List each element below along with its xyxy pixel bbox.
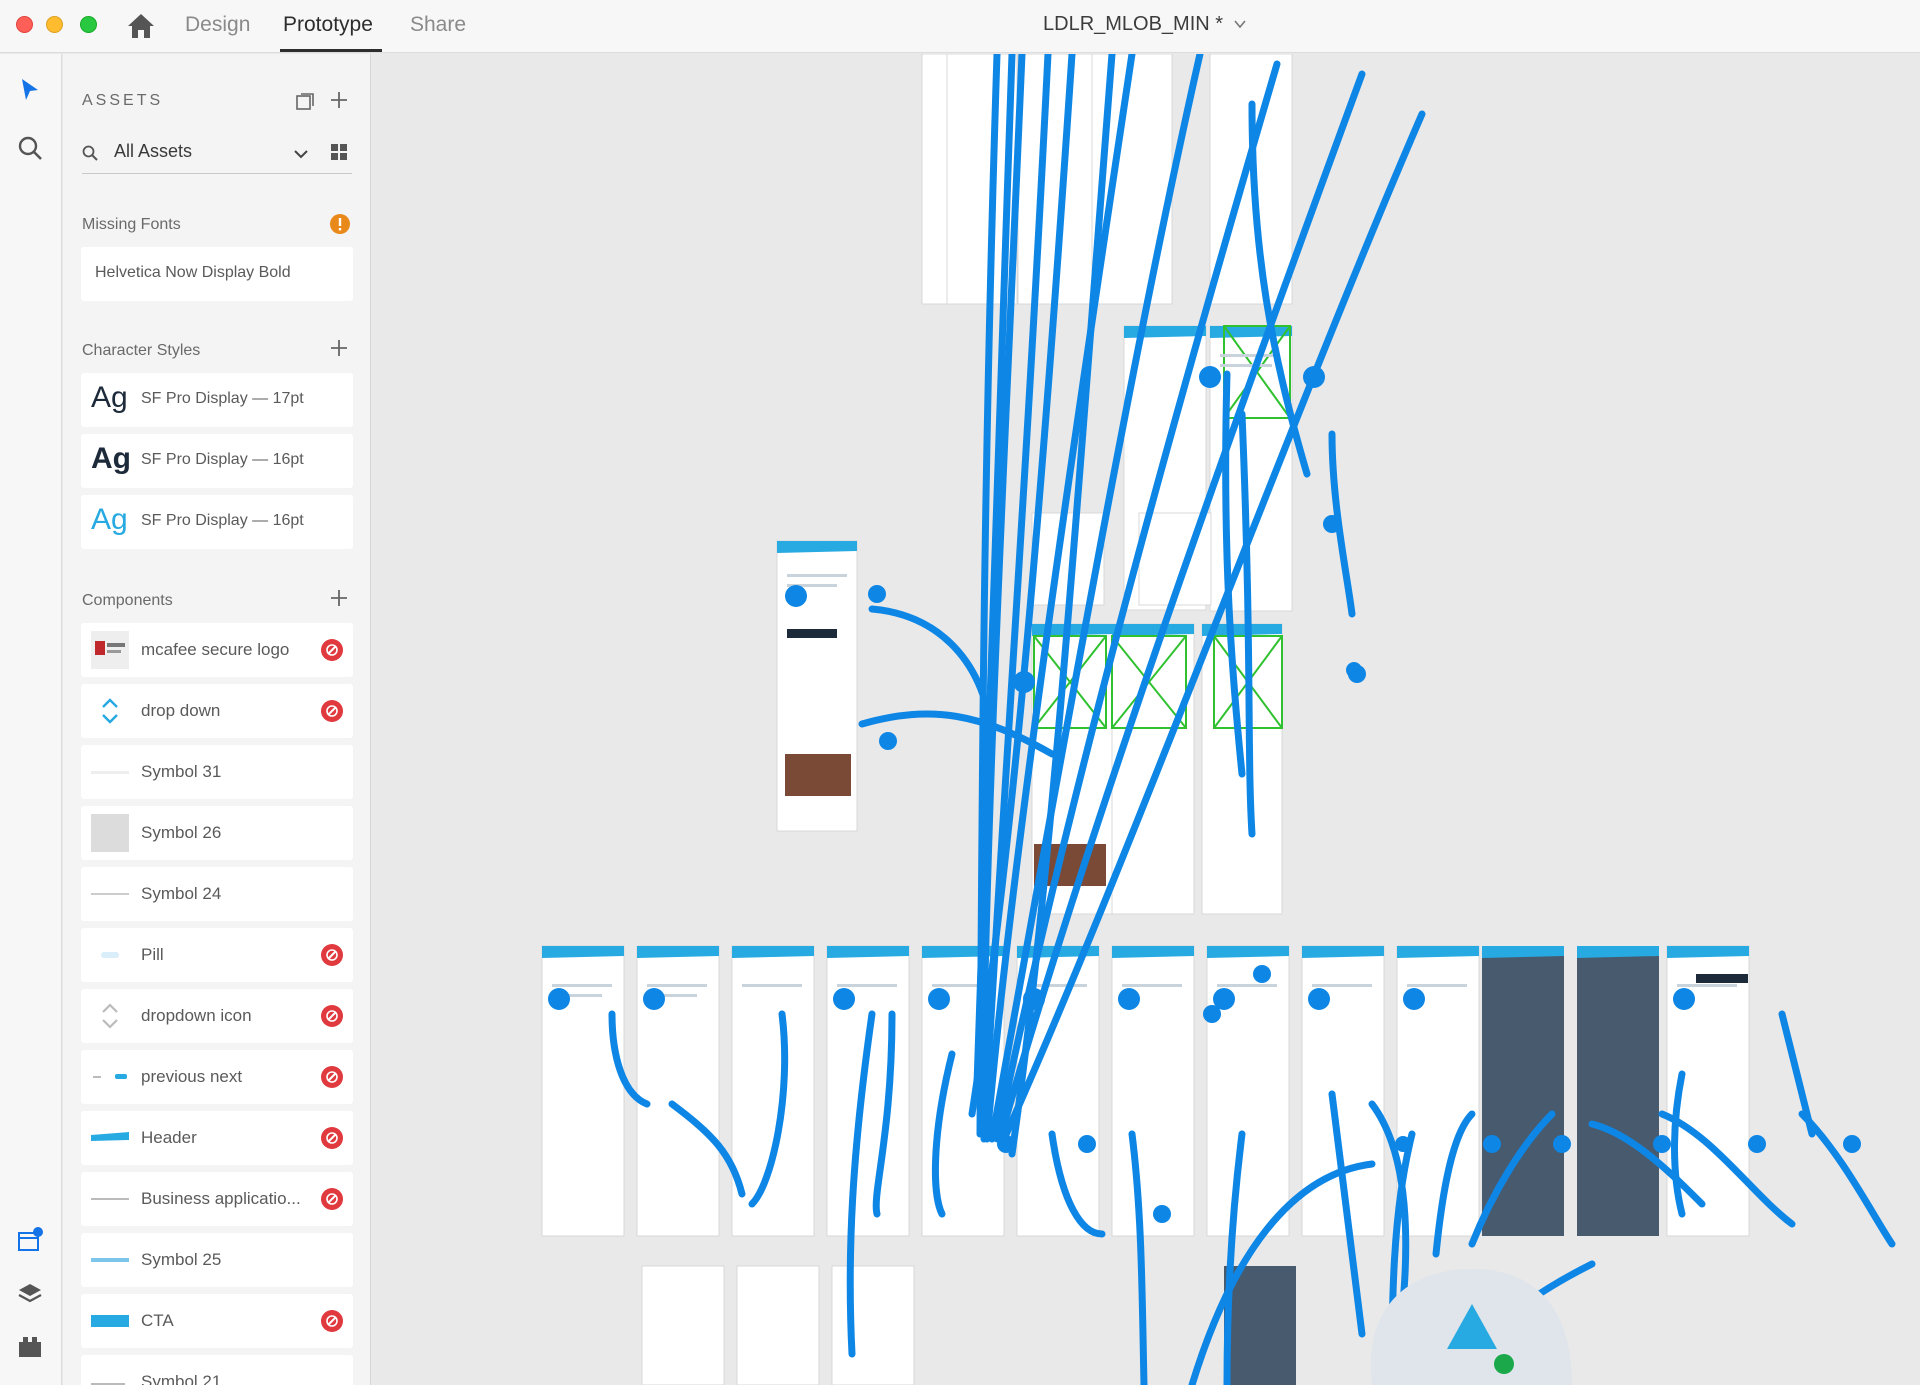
component-label: previous next <box>141 1067 243 1086</box>
canvas-artwork <box>541 54 1896 1385</box>
artboard-headers-bottom <box>542 946 1749 958</box>
missing-font-item[interactable]: Helvetica Now Display Bold <box>81 247 353 301</box>
title-bar: Design Prototype Share LDLR_MLOB_MIN * <box>0 0 1920 53</box>
search-icon <box>82 145 98 161</box>
zoom-tool-icon[interactable] <box>16 134 44 162</box>
cta-button-thumbnail <box>91 1315 129 1327</box>
character-styles-heading: Character Styles <box>82 342 201 359</box>
xd-window: Design Prototype Share LDLR_MLOB_MIN * A… <box>0 0 1920 1385</box>
chevron-down-icon[interactable] <box>293 146 309 162</box>
warning-icon <box>330 214 350 234</box>
grid-view-icon[interactable] <box>329 142 349 162</box>
small-text-thumbnail <box>91 1198 129 1200</box>
dropdown-chevrons-thumbnail <box>102 1003 118 1029</box>
illustration-figure <box>1494 1354 1514 1374</box>
missing-font-name: Helvetica Now Display Bold <box>95 264 291 281</box>
why-text-thumbnail <box>91 1383 125 1385</box>
components-heading: Components <box>82 592 173 609</box>
component-item[interactable]: Symbol 21 <box>81 1355 353 1385</box>
component-label: Symbol 21 <box>141 1372 222 1385</box>
component-item[interactable]: Pill <box>81 928 353 982</box>
zoom-window-button[interactable] <box>80 16 97 33</box>
layers-icon[interactable] <box>16 1280 44 1308</box>
component-item[interactable]: Symbol 25 <box>81 1233 353 1287</box>
component-item[interactable]: CTA <box>81 1294 353 1348</box>
header-block <box>1696 974 1748 983</box>
active-tab-indicator <box>280 49 382 52</box>
broken-link-icon <box>321 1188 343 1210</box>
chevron-down-icon[interactable] <box>1233 17 1247 31</box>
blank-line-thumbnail <box>91 771 129 774</box>
assets-title: ASSETS <box>82 92 164 109</box>
component-label: Business applicatio... <box>141 1189 301 1208</box>
character-style-item[interactable]: Ag SF Pro Display — 16pt <box>81 495 353 549</box>
component-item[interactable]: dropdown icon <box>81 989 353 1043</box>
broken-link-icon <box>321 1005 343 1027</box>
style-label: SF Pro Display — 16pt <box>141 512 304 529</box>
prev-next-thumbnail <box>93 1074 127 1079</box>
mcafee-logo-thumbnail <box>91 631 129 669</box>
component-label: dropdown icon <box>141 1006 252 1025</box>
component-label: Symbol 31 <box>141 762 222 781</box>
cta-block <box>787 629 837 638</box>
prototype-canvas[interactable] <box>372 54 1920 1385</box>
component-label: Symbol 26 <box>141 823 222 842</box>
component-item[interactable]: Business applicatio... <box>81 1172 353 1226</box>
home-icon[interactable] <box>126 12 156 40</box>
component-label: Symbol 25 <box>141 1250 222 1269</box>
component-label: mcafee secure logo <box>141 640 290 659</box>
small-text-thumbnail <box>91 893 129 895</box>
asset-filter-value: All Assets <box>114 141 193 161</box>
character-style-item[interactable]: Ag SF Pro Display — 17pt <box>81 373 353 427</box>
asset-filter[interactable]: All Assets <box>82 134 352 174</box>
character-style-item[interactable]: Ag SF Pro Display — 16pt <box>81 434 353 488</box>
broken-link-icon <box>321 1310 343 1332</box>
broken-link-icon <box>321 1066 343 1088</box>
component-label: CTA <box>141 1311 174 1330</box>
broken-link-icon <box>321 944 343 966</box>
assets-panel: ASSETS All Assets Missing Fonts Helvetic… <box>63 54 371 1385</box>
pill-thumbnail <box>101 952 119 958</box>
component-item[interactable]: Header <box>81 1111 353 1165</box>
style-sample: Ag <box>91 503 128 536</box>
missing-fonts-heading: Missing Fonts <box>82 216 181 233</box>
document-title[interactable]: LDLR_MLOB_MIN * <box>1043 13 1223 36</box>
broken-link-icon <box>321 700 343 722</box>
tool-rail <box>0 54 62 1385</box>
style-label: SF Pro Display — 17pt <box>141 390 304 407</box>
component-item[interactable]: Symbol 24 <box>81 867 353 921</box>
component-label: Pill <box>141 945 164 964</box>
component-label: Symbol 24 <box>141 884 222 903</box>
tab-share[interactable]: Share <box>410 13 466 37</box>
component-label: drop down <box>141 701 221 720</box>
grey-box-thumbnail <box>91 814 129 852</box>
library-icon[interactable] <box>295 92 315 112</box>
component-item[interactable]: mcafee secure logo <box>81 623 353 677</box>
add-character-style-icon[interactable] <box>329 338 349 358</box>
add-component-icon[interactable] <box>329 588 349 608</box>
hide-details-thumbnail <box>91 1258 129 1262</box>
plugins-icon[interactable] <box>16 1333 44 1361</box>
add-asset-icon[interactable] <box>329 90 349 110</box>
close-window-button[interactable] <box>16 16 33 33</box>
component-label: Header <box>141 1128 197 1147</box>
style-label: SF Pro Display — 16pt <box>141 451 304 468</box>
assets-panel-icon[interactable] <box>16 1226 44 1254</box>
tab-design[interactable]: Design <box>185 13 250 37</box>
component-item[interactable]: Symbol 31 <box>81 745 353 799</box>
broken-link-icon <box>321 1127 343 1149</box>
component-item[interactable]: previous next <box>81 1050 353 1104</box>
component-item[interactable]: Symbol 26 <box>81 806 353 860</box>
component-item[interactable]: drop down <box>81 684 353 738</box>
minimize-window-button[interactable] <box>46 16 63 33</box>
header-bar-thumbnail <box>91 1132 129 1141</box>
broken-link-icon <box>321 639 343 661</box>
style-sample: Ag <box>91 381 128 414</box>
select-tool-icon[interactable] <box>16 76 44 104</box>
photo-block <box>785 754 851 796</box>
tab-prototype[interactable]: Prototype <box>283 13 373 37</box>
dropdown-chevrons-thumbnail <box>102 698 118 724</box>
style-sample: Ag <box>91 442 131 475</box>
